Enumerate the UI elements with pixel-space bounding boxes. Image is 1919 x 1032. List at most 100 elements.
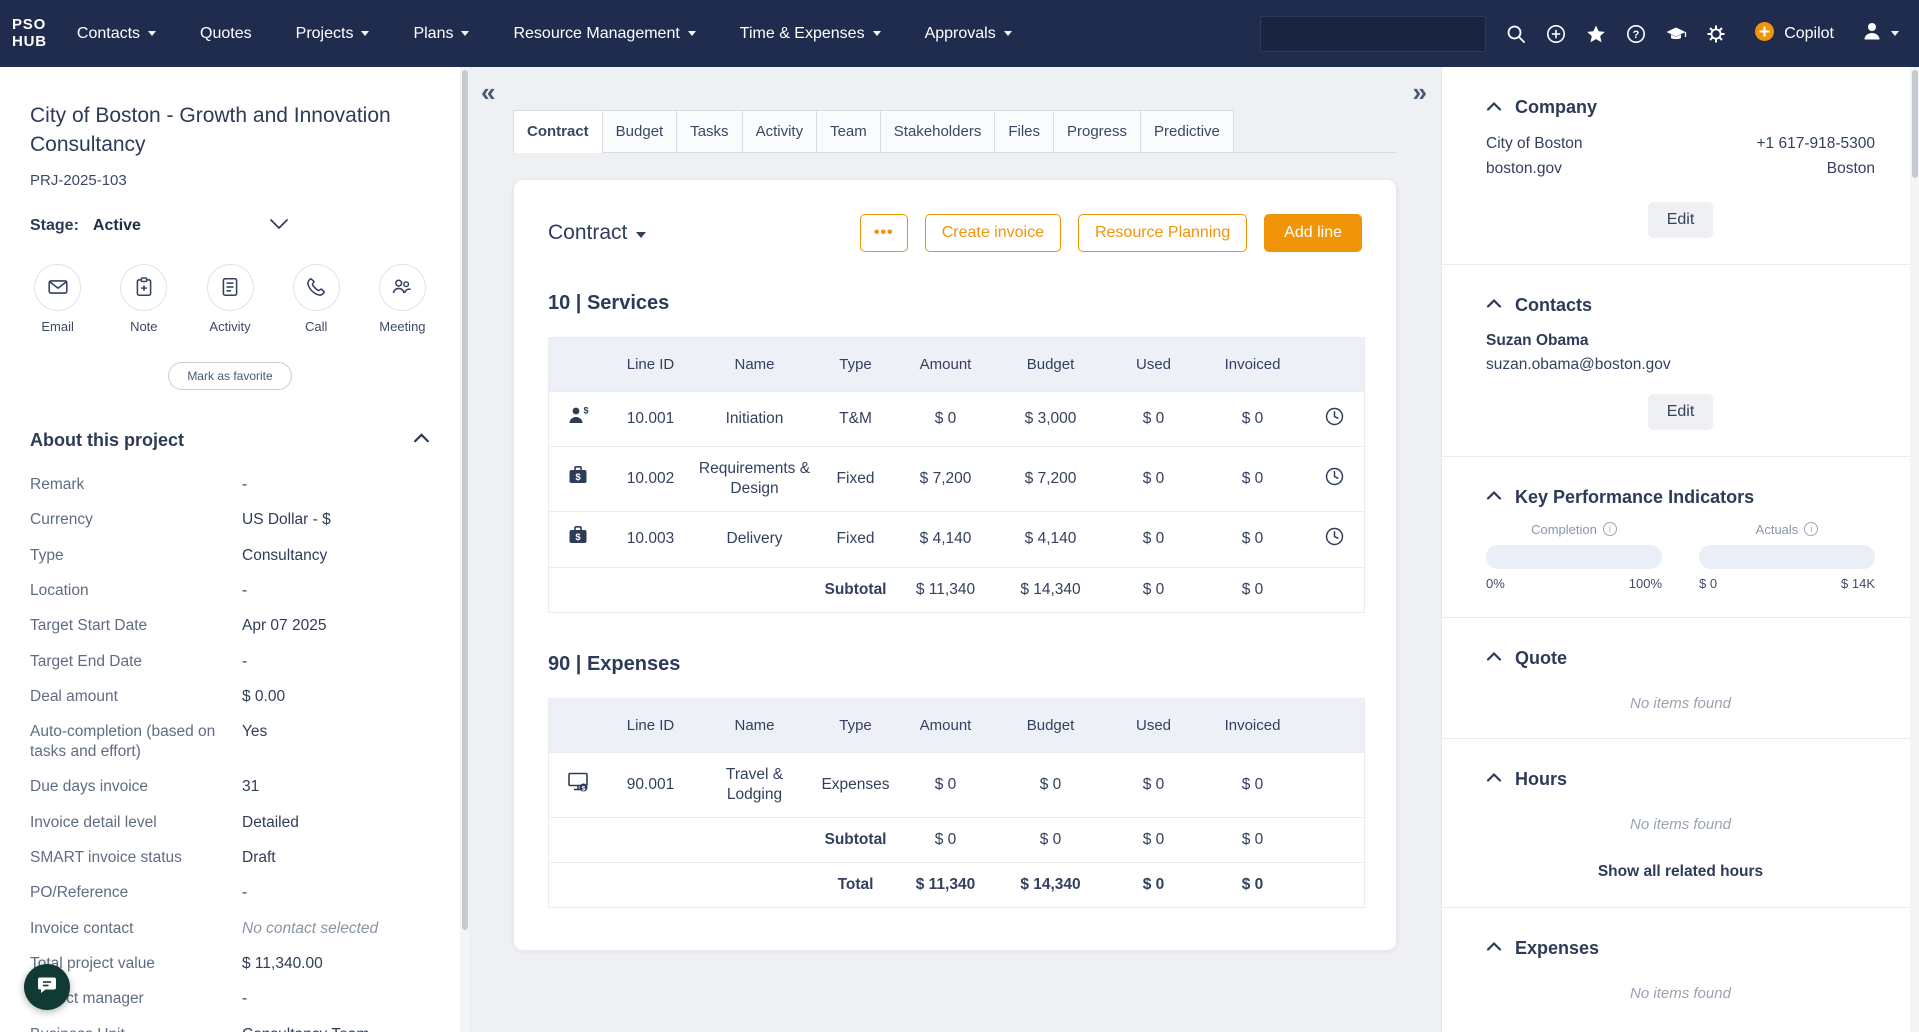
cell-used: $ 0 [1107, 392, 1201, 447]
expenses-section-title: Expenses [1515, 938, 1599, 959]
nav-approvals[interactable]: Approvals [925, 25, 1012, 43]
completion-min: 0% [1486, 576, 1505, 591]
settings-gear-icon[interactable] [1696, 14, 1736, 54]
company-website[interactable]: boston.gov [1486, 157, 1583, 182]
info-icon[interactable]: i [1804, 522, 1818, 536]
tab-stakeholders[interactable]: Stakeholders [880, 110, 996, 153]
time-tracking-icon[interactable] [1324, 466, 1345, 487]
contacts-section-header[interactable]: Contacts [1486, 295, 1875, 316]
field-business-unit: Business UnitConsultancy Team [30, 1017, 430, 1032]
contract-view-dropdown[interactable]: Contract [548, 221, 646, 245]
resource-planning-button[interactable]: Resource Planning [1078, 214, 1247, 252]
nav-projects-label: Projects [296, 25, 354, 43]
service-line-row[interactable]: $ 10.003 Delivery Fixed $ 4,140 $ 4,140 … [549, 512, 1365, 567]
activity-action-button[interactable]: Activity [202, 264, 257, 334]
edit-contacts-button[interactable]: Edit [1648, 394, 1714, 430]
info-icon[interactable]: i [1603, 522, 1617, 536]
kpi-gauges: Completion i 0% 100% Actuals i [1486, 522, 1875, 591]
field-label: Invoice contact [30, 919, 242, 938]
total-budget: $ 14,340 [995, 863, 1107, 908]
favorites-star-icon[interactable] [1576, 14, 1616, 54]
nav-projects[interactable]: Projects [296, 25, 370, 43]
call-action-button[interactable]: Call [289, 264, 344, 334]
tab-contract[interactable]: Contract [513, 110, 603, 153]
more-options-button[interactable]: ••• [860, 214, 908, 252]
search-icon[interactable] [1496, 14, 1536, 54]
cell-used: $ 0 [1107, 447, 1201, 512]
chevron-up-icon[interactable] [413, 431, 430, 449]
quick-add-icon[interactable] [1536, 14, 1576, 54]
quote-section-header[interactable]: Quote [1486, 648, 1875, 669]
cell-amount: $ 4,140 [897, 512, 995, 567]
create-invoice-button[interactable]: Create invoice [925, 214, 1061, 252]
tab-tasks[interactable]: Tasks [676, 110, 742, 153]
expenses-section-header[interactable]: Expenses [1486, 938, 1875, 959]
expenses-table-header: Line ID Name Type Amount Budget Used Inv… [549, 698, 1365, 752]
tab-budget[interactable]: Budget [602, 110, 678, 153]
nav-time-expenses[interactable]: Time & Expenses [740, 25, 881, 43]
subtotal-amount: $ 0 [897, 817, 995, 862]
kpi-section-header[interactable]: Key Performance Indicators [1486, 487, 1875, 508]
tab-activity[interactable]: Activity [742, 110, 818, 153]
tab-team[interactable]: Team [816, 110, 881, 153]
chevron-up-icon [1486, 649, 1502, 667]
tab-predictive[interactable]: Predictive [1140, 110, 1234, 153]
company-section-header[interactable]: Company [1486, 97, 1875, 118]
about-fields: Remark- CurrencyUS Dollar - $ TypeConsul… [30, 467, 430, 1032]
nav-plans-label: Plans [413, 25, 453, 43]
meeting-action-button[interactable]: Meeting [375, 264, 430, 334]
tab-progress[interactable]: Progress [1053, 110, 1141, 153]
actuals-label: Actuals [1756, 522, 1799, 537]
time-tracking-icon[interactable] [1324, 526, 1345, 547]
subtotal-label: Subtotal [815, 567, 897, 612]
nav-resource-management[interactable]: Resource Management [513, 25, 695, 43]
subtotal-used: $ 0 [1107, 567, 1201, 612]
field-target-start-date: Target Start DateApr 07 2025 [30, 608, 430, 643]
collapse-right-panel-icon[interactable]: » [1413, 79, 1427, 105]
page-scrollbar[interactable] [1910, 67, 1919, 1032]
nav-quotes[interactable]: Quotes [200, 25, 252, 43]
psohub-logo[interactable]: PSO HUB [12, 17, 47, 50]
cell-line-id: 10.002 [607, 447, 695, 512]
chat-launcher-button[interactable] [24, 964, 70, 1010]
add-line-button[interactable]: Add line [1264, 214, 1362, 252]
sidebar-scrollbar[interactable] [460, 67, 469, 1032]
note-action-button[interactable]: Note [116, 264, 171, 334]
service-line-row[interactable]: $ 10.001 Initiation T&M $ 0 $ 3,000 $ 0 … [549, 392, 1365, 447]
edit-company-button[interactable]: Edit [1648, 202, 1714, 238]
user-menu[interactable] [1860, 19, 1899, 48]
field-due-days-invoice: Due days invoice31 [30, 769, 430, 804]
nav-contacts[interactable]: Contacts [77, 25, 156, 43]
contract-total-row: Total $ 11,340 $ 14,340 $ 0 $ 0 [549, 863, 1365, 908]
tab-files[interactable]: Files [994, 110, 1054, 153]
chevron-up-icon [1486, 99, 1502, 117]
contact-email[interactable]: suzan.obama@boston.gov [1486, 356, 1875, 374]
academy-graduation-cap-icon[interactable] [1656, 14, 1696, 54]
hours-section: Hours No items found Show all related ho… [1442, 739, 1919, 908]
navbar-right: ? Copilot [1260, 14, 1899, 54]
time-tracking-icon[interactable] [1324, 406, 1345, 427]
chevron-down-icon[interactable] [268, 217, 290, 236]
mark-as-favorite-button[interactable]: Mark as favorite [168, 362, 291, 390]
service-line-row[interactable]: $ 10.002 Requirements & Design Fixed $ 7… [549, 447, 1365, 512]
expenses-subtotal-row: Subtotal $ 0 $ 0 $ 0 $ 0 [549, 817, 1365, 862]
scrollbar-thumb[interactable] [462, 70, 468, 930]
scrollbar-thumb[interactable] [1912, 70, 1918, 178]
cell-name: Initiation [695, 392, 815, 447]
global-search-input[interactable] [1260, 16, 1486, 52]
copilot-button[interactable]: Copilot [1754, 21, 1834, 47]
email-action-button[interactable]: Email [30, 264, 85, 334]
field-value: - [242, 652, 247, 671]
nav-plans[interactable]: Plans [413, 25, 469, 43]
collapse-left-panel-icon[interactable]: « [481, 79, 495, 105]
meeting-action-label: Meeting [379, 319, 425, 334]
help-icon[interactable]: ? [1616, 14, 1656, 54]
stage-selector[interactable]: Stage: Active [30, 217, 290, 236]
subtotal-invoiced: $ 0 [1201, 817, 1305, 862]
expense-line-row[interactable]: $ 90.001 Travel & Lodging Expenses $ 0 $… [549, 752, 1365, 817]
hours-section-header[interactable]: Hours [1486, 769, 1875, 790]
hours-section-title: Hours [1515, 769, 1567, 790]
show-all-hours-link[interactable]: Show all related hours [1486, 863, 1875, 881]
contract-actions: ••• Create invoice Resource Planning Add… [860, 214, 1362, 252]
stage-value: Active [93, 217, 141, 235]
